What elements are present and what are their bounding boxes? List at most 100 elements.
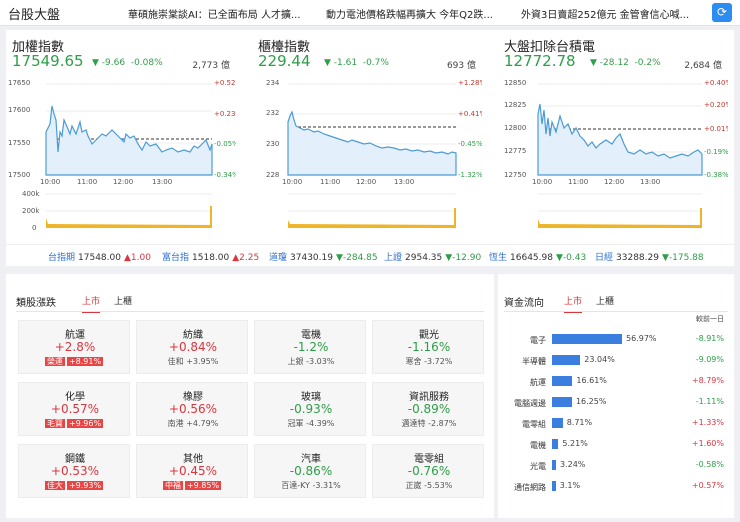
flow-change: -8.91% bbox=[695, 334, 724, 343]
flow-sector-name: 通信網路 bbox=[514, 483, 546, 492]
flow-share-bar bbox=[552, 418, 563, 428]
sector-card[interactable]: 紡織 +0.84% 佳和 +3.95% bbox=[136, 320, 248, 374]
sector-name: 橡膠 bbox=[183, 392, 203, 403]
flow-change: +0.57% bbox=[691, 481, 724, 490]
svg-text:234: 234 bbox=[266, 79, 280, 87]
flow-change: +1.60% bbox=[691, 439, 724, 448]
sector-top-stock: 寒舍 -3.72% bbox=[405, 357, 453, 366]
news-link-1[interactable]: 華碩施崇棠談AI：已全面布局 人才擴... bbox=[128, 6, 301, 21]
refresh-icon: ⟳ bbox=[716, 5, 728, 19]
flow-row[interactable]: 光電 3.24% -0.58% bbox=[498, 456, 734, 476]
sector-name: 電機 bbox=[301, 330, 321, 341]
sector-card[interactable]: 電零組 -0.76% 正崴 -5.53% bbox=[372, 444, 484, 498]
sector-name: 紡織 bbox=[183, 330, 203, 341]
flow-row[interactable]: 電機 5.21% +1.60% bbox=[498, 435, 734, 455]
flow-row[interactable]: 電腦週邊 16.25% -1.11% bbox=[498, 393, 734, 413]
sector-pct: +0.45% bbox=[168, 464, 218, 478]
flow-change: -0.58% bbox=[695, 460, 724, 469]
svg-text:-0.45%: -0.45% bbox=[458, 140, 482, 148]
svg-text:400k: 400k bbox=[22, 190, 40, 198]
flow-sector-name: 半導體 bbox=[522, 357, 546, 366]
index-otc[interactable]: 櫃檯指數 229.44 ▼ -1.61 -0.7% 693 億 234 232 … bbox=[252, 30, 482, 235]
flow-change: +1.33% bbox=[691, 418, 724, 427]
refresh-button[interactable]: ⟳ bbox=[712, 3, 732, 22]
svg-text:+0.40%: +0.40% bbox=[704, 79, 728, 87]
svg-text:10:00: 10:00 bbox=[532, 178, 552, 186]
sector-card[interactable]: 觀光 -1.16% 寒舍 -3.72% bbox=[372, 320, 484, 374]
flow-sector-name: 電子 bbox=[530, 336, 546, 345]
future-item[interactable]: 台指期 17548.00 ▲1.00 bbox=[48, 250, 151, 263]
index-panel: 加權指數 17549.65 ▼ -9.66 -0.08% 2,773 億 176… bbox=[6, 30, 734, 266]
sector-top-stock: 正崴 -5.53% bbox=[405, 481, 453, 490]
sector-card[interactable]: 化學 +0.57% 毛寶 +9.96% bbox=[18, 382, 130, 436]
flow-row[interactable]: 半導體 23.04% -9.09% bbox=[498, 351, 734, 371]
otc-chart: 234 232 230 228 +1.28% +0.41% -0.45% -1.… bbox=[266, 79, 482, 228]
svg-text:-0.34%: -0.34% bbox=[214, 171, 236, 179]
sector-card[interactable]: 資訊服務 -0.89% 邁達特 -2.87% bbox=[372, 382, 484, 436]
tab-otc[interactable]: 上櫃 bbox=[596, 294, 614, 307]
flow-sector-name: 電腦週邊 bbox=[514, 399, 546, 408]
index-change: ▼ -1.61 -0.7% bbox=[324, 58, 389, 68]
index-change: ▼ -28.12 -0.2% bbox=[590, 58, 661, 68]
sector-name: 電零組 bbox=[414, 454, 444, 465]
flow-row[interactable]: 電子 56.97% -8.91% bbox=[498, 330, 734, 350]
svg-text:232: 232 bbox=[266, 109, 279, 117]
ex-tsmc-chart: 12850 12825 12800 12775 12750 +0.40% +0.… bbox=[504, 79, 728, 228]
flow-row[interactable]: 電零組 8.71% +1.33% bbox=[498, 414, 734, 434]
svg-text:+0.01%: +0.01% bbox=[704, 125, 728, 133]
tab-otc[interactable]: 上櫃 bbox=[114, 294, 132, 307]
sector-name: 汽車 bbox=[301, 454, 321, 465]
flow-share-bar bbox=[552, 334, 622, 344]
future-item[interactable]: 富台指 1518.00 ▲2.25 bbox=[162, 250, 259, 263]
sector-card[interactable]: 其他 +0.45% 中福 +9.85% bbox=[136, 444, 248, 498]
sector-title: 類股漲跌 bbox=[16, 298, 56, 309]
sector-card[interactable]: 玻璃 -0.93% 冠軍 -4.39% bbox=[254, 382, 366, 436]
sector-card[interactable]: 鋼鐵 +0.53% 佳大 +9.93% bbox=[18, 444, 130, 498]
index-ex-tsmc[interactable]: 大盤扣除台積電 12772.78 ▼ -28.12 -0.2% 2,684 億 … bbox=[498, 30, 728, 235]
news-link-3[interactable]: 外資3日賣超252億元 金管會信心喊... bbox=[521, 6, 689, 21]
flow-change: -1.11% bbox=[695, 397, 724, 406]
sector-card[interactable]: 航運 +2.8% 榮運 +8.91% bbox=[18, 320, 130, 374]
index-taiex[interactable]: 加權指數 17549.65 ▼ -9.66 -0.08% 2,773 億 176… bbox=[6, 30, 236, 235]
sector-name: 其他 bbox=[183, 454, 203, 465]
svg-text:+0.41%: +0.41% bbox=[458, 110, 482, 118]
svg-text:11:00: 11:00 bbox=[77, 178, 97, 186]
sector-pct: -1.2% bbox=[293, 340, 329, 354]
sector-pct: +0.57% bbox=[50, 402, 100, 416]
flow-share-label: 3.24% bbox=[559, 460, 586, 469]
svg-text:17500: 17500 bbox=[8, 171, 30, 179]
flow-sector-name: 電零組 bbox=[522, 420, 546, 429]
sector-panel: 類股漲跌 上市 上櫃 航運 +2.8% 榮運 +8.91% 紡織 +0.84% 佳和 +3.… bbox=[6, 274, 494, 518]
future-item[interactable]: 道瓊 37430.19 ▼-284.85 bbox=[269, 250, 378, 263]
flow-row[interactable]: 通信網路 3.1% +0.57% bbox=[498, 477, 734, 497]
svg-text:12800: 12800 bbox=[504, 124, 526, 132]
future-item[interactable]: 上證 2954.35 ▼-12.90 bbox=[384, 250, 481, 263]
sector-pct: -1.16% bbox=[407, 340, 451, 354]
svg-text:+0.20%: +0.20% bbox=[704, 101, 728, 109]
sector-top-stock: 上銀 -3.03% bbox=[287, 357, 335, 366]
sector-top-stock: 邁達特 -2.87% bbox=[401, 419, 457, 428]
svg-text:13:00: 13:00 bbox=[640, 178, 660, 186]
flow-share-label: 23.04% bbox=[584, 355, 615, 364]
sector-card[interactable]: 汽車 -0.86% 百達-KY -3.31% bbox=[254, 444, 366, 498]
prev-day-label: 較前一日 bbox=[696, 315, 724, 323]
futures-ticker: 台指期 17548.00 ▲1.00 富台指 1518.00 ▲2.25 道瓊 37430… bbox=[6, 244, 734, 266]
index-volume: 693 億 bbox=[446, 61, 476, 71]
future-item[interactable]: 恆生 16645.98 ▼-0.43 bbox=[489, 250, 586, 263]
svg-text:-0.19%: -0.19% bbox=[704, 148, 728, 156]
index-value: 17549.65 bbox=[12, 52, 84, 70]
svg-text:12:00: 12:00 bbox=[604, 178, 624, 186]
sector-pct: -0.93% bbox=[289, 402, 333, 416]
sector-top-stock: 佳和 +3.95% bbox=[167, 357, 219, 366]
flow-share-label: 16.61% bbox=[576, 376, 607, 385]
future-item[interactable]: 日經 33288.29 ▼-175.88 bbox=[595, 250, 704, 263]
news-link-2[interactable]: 動力電池價格跌幅再擴大 今年Q2跌... bbox=[326, 6, 493, 21]
sector-top-stock: 冠軍 -4.39% bbox=[287, 419, 335, 428]
sector-name: 觀光 bbox=[419, 330, 439, 341]
sector-card[interactable]: 橡膠 +0.56% 南港 +4.79% bbox=[136, 382, 248, 436]
flow-sector-name: 電機 bbox=[530, 441, 546, 450]
sector-card[interactable]: 電機 -1.2% 上銀 -3.03% bbox=[254, 320, 366, 374]
svg-text:13:00: 13:00 bbox=[394, 178, 414, 186]
svg-text:-1.32%: -1.32% bbox=[458, 171, 482, 179]
flow-row[interactable]: 航運 16.61% +8.79% bbox=[498, 372, 734, 392]
